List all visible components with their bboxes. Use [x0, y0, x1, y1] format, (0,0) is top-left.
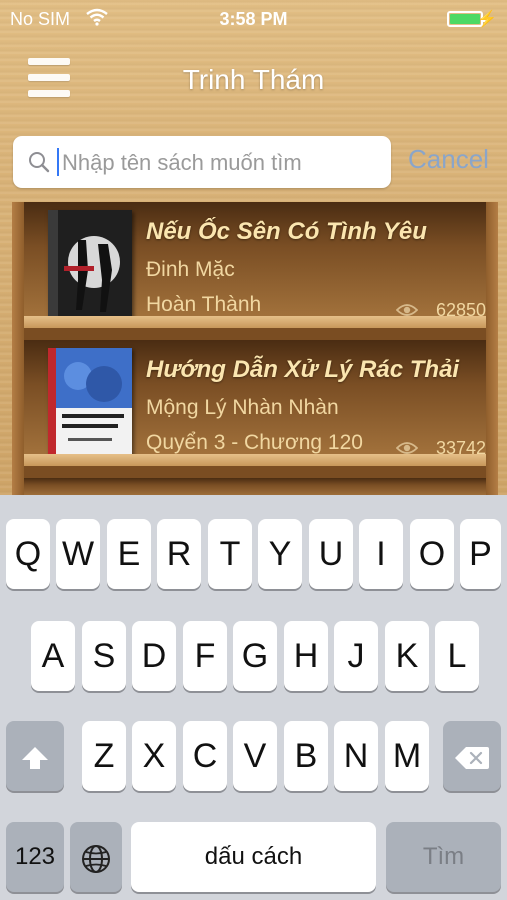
book-row[interactable]: Hướng Dẫn Xử Lý Rác Thải Mộng Lý Nhàn Nh…: [24, 340, 486, 466]
delete-key[interactable]: [443, 721, 501, 791]
book-status: Quyển 3 - Chương 120: [146, 431, 363, 454]
key-y[interactable]: Y: [258, 519, 302, 589]
key-a[interactable]: A: [31, 621, 75, 691]
cancel-button[interactable]: Cancel: [408, 144, 489, 175]
page-title: Trinh Thám: [182, 64, 325, 95]
key-t[interactable]: T: [208, 519, 252, 589]
key-d[interactable]: D: [132, 621, 176, 691]
book-author: Đinh Mặc: [146, 258, 235, 281]
book-row[interactable]: Nếu Ốc Sên Có Tình Yêu Đinh Mặc Hoàn Thà…: [24, 202, 486, 328]
key-z[interactable]: Z: [82, 721, 126, 791]
key-e[interactable]: E: [107, 519, 151, 589]
book-title: Hướng Dẫn Xử Lý Rác Thải: [146, 356, 460, 383]
key-l[interactable]: L: [435, 621, 479, 691]
search-icon: [29, 152, 50, 173]
clock: 3:58 PM: [219, 9, 288, 29]
key-f[interactable]: F: [183, 621, 227, 691]
book-author: Mộng Lý Nhàn Nhàn: [146, 396, 339, 419]
shift-icon: [22, 747, 48, 770]
key-i[interactable]: I: [359, 519, 403, 589]
shelf-side: [486, 202, 498, 495]
key-m[interactable]: M: [385, 721, 429, 791]
keyboard: Q W E R T Y U I O P A S D F G H J K L Z …: [0, 495, 507, 900]
book-cover: [48, 210, 132, 324]
key-k[interactable]: K: [385, 621, 429, 691]
key-u[interactable]: U: [309, 519, 353, 589]
shift-key[interactable]: [6, 721, 64, 791]
book-title: Nếu Ốc Sên Có Tình Yêu: [146, 218, 427, 245]
status-bar: No SIM 3:58 PM ⚡: [0, 0, 507, 40]
numbers-key[interactable]: 123: [6, 822, 64, 892]
book-cover: [48, 348, 132, 462]
search-return-key[interactable]: Tìm: [386, 822, 501, 892]
search-input[interactable]: [60, 144, 384, 182]
key-j[interactable]: J: [334, 621, 378, 691]
shelf-plank: [24, 316, 486, 328]
key-x[interactable]: X: [132, 721, 176, 791]
backspace-icon: [455, 747, 489, 770]
key-b[interactable]: B: [284, 721, 328, 791]
key-v[interactable]: V: [233, 721, 277, 791]
key-r[interactable]: R: [157, 519, 201, 589]
key-o[interactable]: O: [410, 519, 454, 589]
space-key[interactable]: dấu cách: [131, 822, 376, 892]
globe-key[interactable]: [70, 822, 122, 892]
key-c[interactable]: C: [183, 721, 227, 791]
key-w[interactable]: W: [56, 519, 100, 589]
key-p[interactable]: P: [460, 519, 501, 589]
shelf-plank: [24, 454, 486, 466]
text-cursor: [57, 148, 59, 176]
search-bar[interactable]: [13, 136, 391, 188]
key-g[interactable]: G: [233, 621, 277, 691]
charging-icon: ⚡: [477, 11, 497, 28]
key-s[interactable]: S: [82, 621, 126, 691]
shelf-side: [12, 202, 24, 495]
key-n[interactable]: N: [334, 721, 378, 791]
key-h[interactable]: H: [284, 621, 328, 691]
key-q[interactable]: Q: [6, 519, 50, 589]
globe-icon: [82, 845, 110, 874]
book-status: Hoàn Thành: [146, 293, 262, 316]
bookshelf: Nếu Ốc Sên Có Tình Yêu Đinh Mặc Hoàn Thà…: [12, 202, 498, 498]
